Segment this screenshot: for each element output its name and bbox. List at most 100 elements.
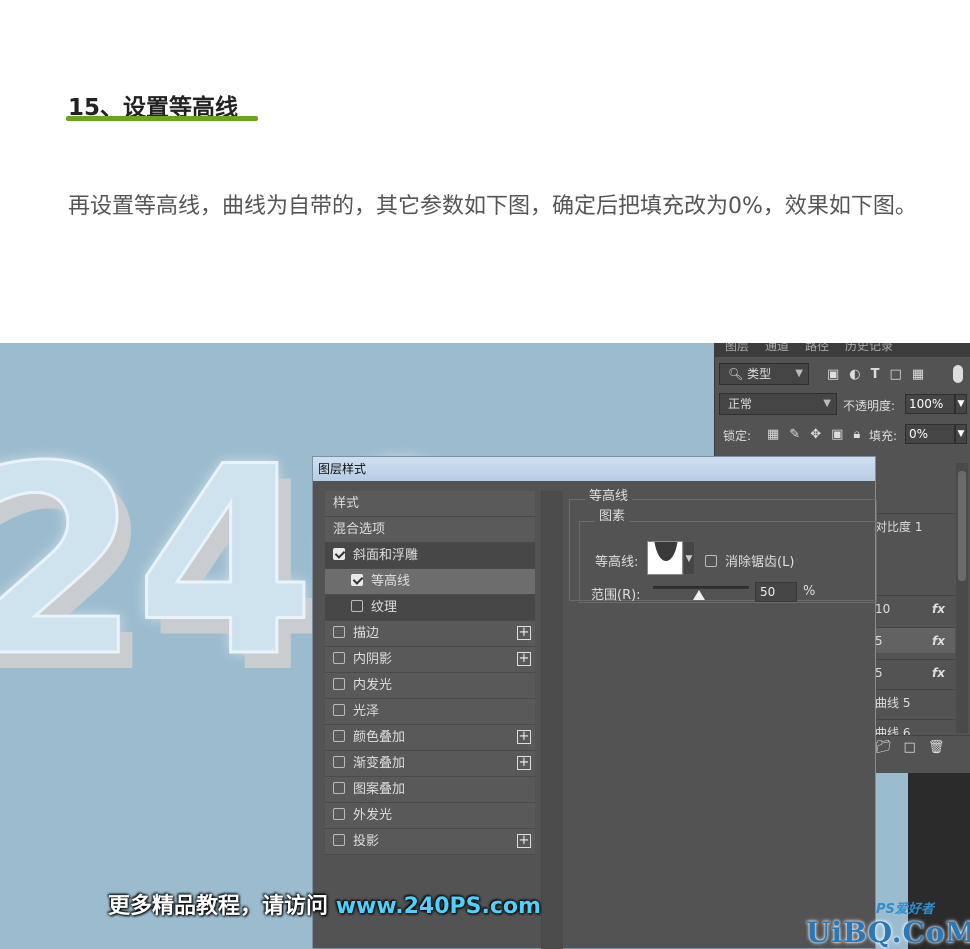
style-item-label: 渐变叠加 [353, 756, 406, 771]
style-item-label: 斜面和浮雕 [353, 548, 419, 563]
range-input[interactable]: 50 [755, 582, 797, 602]
checkbox[interactable] [333, 678, 345, 690]
checkbox-checked[interactable] [333, 548, 345, 560]
chevron-down-icon[interactable]: ▼ [955, 424, 967, 444]
plus-icon[interactable]: + [517, 730, 531, 744]
chevron-down-icon: ▼ [795, 368, 803, 379]
style-item-label: 等高线 [371, 574, 411, 589]
style-item-inner-glow[interactable]: 内发光 [325, 673, 535, 699]
section-title: 等高线 [585, 485, 633, 504]
new-layer-icon[interactable]: □ [904, 740, 916, 755]
filter-toggle[interactable] [953, 365, 963, 383]
styles-header[interactable]: 样式 [325, 491, 535, 517]
tab-channels[interactable]: 通道 [765, 343, 789, 357]
style-item-pattern-overlay[interactable]: 图案叠加 [325, 777, 535, 803]
checkbox[interactable] [333, 652, 345, 664]
trash-icon[interactable]: 🗑︎ [928, 740, 945, 755]
style-item-label: 颜色叠加 [353, 730, 406, 745]
style-item-label: 图案叠加 [353, 782, 406, 797]
style-item-label: 内阴影 [353, 652, 393, 667]
checkbox[interactable] [705, 555, 717, 567]
lock-transparency-icon[interactable]: ▦ [767, 427, 779, 442]
fx-icon[interactable]: fx [932, 596, 945, 622]
layers-panel-tabs: 图层 通道 路径 历史记录 [715, 343, 970, 357]
checkbox[interactable] [333, 834, 345, 846]
layer-filter-select[interactable]: 🔍︎ 类型 ▼ [719, 363, 809, 385]
range-label: 范围(R): [591, 588, 641, 603]
image-filter-icon[interactable]: ▣ [827, 367, 839, 382]
type-filter-icon[interactable]: T [871, 367, 880, 382]
plus-icon[interactable]: + [517, 626, 531, 640]
lock-paint-icon[interactable]: ✎ [789, 427, 800, 442]
dialog-titlebar[interactable]: 图层样式 [313, 457, 875, 481]
adjustment-filter-icon[interactable]: ◐ [849, 367, 860, 382]
layer-name: 曲线 6 [875, 726, 911, 735]
checkbox[interactable] [333, 808, 345, 820]
style-item-bevel-emboss[interactable]: 斜面和浮雕 [325, 543, 535, 569]
blend-options-item[interactable]: 混合选项 [325, 517, 535, 543]
range-slider-track[interactable] [653, 586, 749, 589]
filter-kind-value: 类型 [747, 367, 772, 381]
search-icon: 🔍︎ [728, 367, 744, 381]
style-item-label: 纹理 [371, 600, 398, 615]
style-item-drop-shadow[interactable]: 投影 + [325, 829, 535, 855]
antialias-option[interactable]: 消除锯齿(L) [705, 551, 794, 570]
shape-filter-icon[interactable]: □ [890, 367, 902, 382]
checkbox[interactable] [333, 626, 345, 638]
contour-preview[interactable] [647, 541, 683, 575]
opacity-input[interactable]: 100% [905, 394, 955, 414]
layer-name: 曲线 5 [875, 696, 911, 710]
style-item-texture[interactable]: 纹理 [325, 595, 535, 621]
lock-artboard-icon[interactable]: ▣ [831, 427, 843, 442]
checkbox[interactable] [333, 782, 345, 794]
promo-text: 更多精品教程，请访问 [108, 894, 329, 919]
antialias-label: 消除锯齿(L) [725, 555, 795, 570]
checkbox[interactable] [333, 756, 345, 768]
checkbox[interactable] [333, 730, 345, 742]
style-item-stroke[interactable]: 描边 + [325, 621, 535, 647]
tab-paths[interactable]: 路径 [805, 343, 829, 357]
layer-name: 10 [875, 602, 891, 616]
fill-input[interactable]: 0% [905, 424, 955, 444]
layers-scrollbar[interactable] [956, 463, 968, 733]
contour-label: 等高线: [595, 555, 639, 570]
plus-icon[interactable]: + [517, 756, 531, 770]
chevron-down-icon[interactable]: ▼ [955, 394, 967, 414]
lock-position-icon[interactable]: ✥ [810, 427, 821, 442]
style-item-label: 内发光 [353, 678, 393, 693]
style-item-contour[interactable]: 等高线 [325, 569, 535, 595]
plus-icon[interactable]: + [517, 834, 531, 848]
layer-style-dialog: 图层样式 样式 混合选项 斜面和浮雕 等高线 纹理 描边 + 内阴影 + 内发光 [312, 456, 877, 949]
style-item-gradient-overlay[interactable]: 渐变叠加 + [325, 751, 535, 777]
chevron-down-icon[interactable]: ▼ [683, 541, 695, 575]
title-underline [66, 116, 258, 121]
plus-icon[interactable]: + [517, 652, 531, 666]
style-item-inner-shadow[interactable]: 内阴影 + [325, 647, 535, 673]
smart-object-filter-icon[interactable]: ▦ [912, 367, 924, 382]
checkbox[interactable] [351, 600, 363, 612]
folder-icon[interactable]: 📁︎ [875, 740, 892, 755]
fx-icon[interactable]: fx [932, 628, 945, 654]
style-item-color-overlay[interactable]: 颜色叠加 + [325, 725, 535, 751]
watermark-logo-small: PS爱好者 [876, 902, 934, 917]
promo-url[interactable]: www.240PS.com [336, 894, 541, 919]
fx-icon[interactable]: fx [932, 660, 945, 686]
group-title: 图素 [595, 505, 630, 524]
tab-layers[interactable]: 图层 [725, 343, 749, 357]
photoshop-screenshot: 240 图层 通道 路径 历史记录 🔍︎ 类型 ▼ ▣ ◐ T □ ▦ 正常 ▼… [0, 343, 970, 949]
style-item-label: 光泽 [353, 704, 380, 719]
checkbox[interactable] [333, 704, 345, 716]
range-slider-thumb[interactable] [693, 590, 705, 600]
layer-name: 对比度 1 [875, 520, 923, 534]
style-item-satin[interactable]: 光泽 [325, 699, 535, 725]
checkbox-checked[interactable] [351, 574, 363, 586]
blend-mode-select[interactable]: 正常 ▼ [719, 393, 837, 415]
scrollbar-thumb[interactable] [958, 471, 966, 581]
style-list: 样式 混合选项 斜面和浮雕 等高线 纹理 描边 + 内阴影 + 内发光 光泽 颜… [325, 491, 535, 855]
style-item-label: 描边 [353, 626, 380, 641]
promo-banner: 更多精品教程，请访问 www.240PS.com [108, 888, 541, 920]
contour-settings: 等高线 图素 等高线: ▼ 消除锯齿(L) 范围(R): 50 % [569, 485, 877, 949]
tab-history[interactable]: 历史记录 [845, 343, 893, 357]
lock-all-icon[interactable]: 🔒︎ [853, 427, 860, 442]
style-item-outer-glow[interactable]: 外发光 [325, 803, 535, 829]
